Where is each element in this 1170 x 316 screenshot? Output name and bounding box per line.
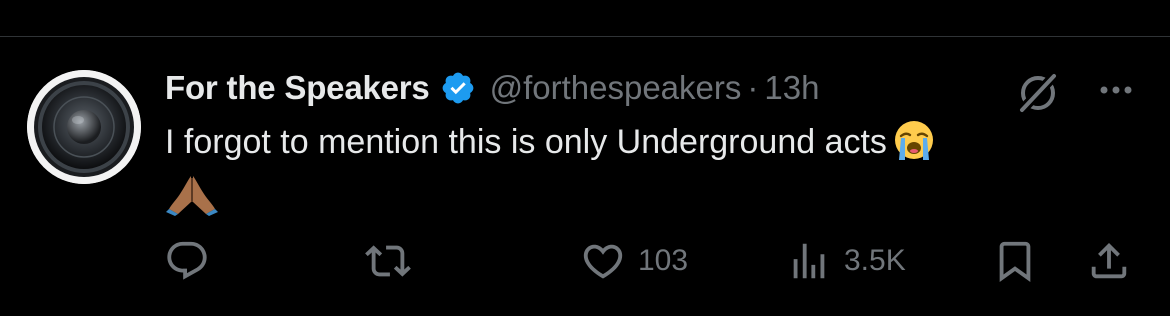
more-options-icon[interactable] [1092, 80, 1140, 100]
display-name[interactable]: For the Speakers [165, 69, 430, 107]
views-button[interactable]: 3.5K [786, 236, 906, 286]
share-icon [1091, 242, 1127, 279]
reply-icon [167, 241, 207, 280]
tweet-header: For the Speakers @forthespeakers · 13h [165, 66, 819, 110]
tweet-text-content: I forgot to mention this is only Undergr… [165, 123, 887, 161]
views-icon [793, 243, 825, 279]
verified-badge-icon[interactable] [440, 70, 476, 106]
tweet-text: I forgot to mention this is only Undergr… [165, 116, 1095, 168]
retweet-icon [365, 245, 411, 277]
share-button[interactable] [1086, 236, 1132, 286]
tweet-actions: 103 3.5K [0, 236, 1170, 286]
avatar[interactable] [27, 70, 141, 184]
loudly-crying-face-icon [893, 119, 935, 161]
timestamp[interactable]: 13h [764, 69, 819, 107]
views-count: 3.5K [844, 244, 906, 277]
heart-icon [583, 244, 623, 279]
reply-button[interactable] [164, 236, 222, 286]
top-divider [0, 36, 1170, 37]
bookmark-button[interactable] [992, 236, 1038, 286]
bookmark-icon [999, 241, 1031, 282]
grok-icon[interactable] [1014, 70, 1062, 115]
user-handle[interactable]: @forthespeakers [490, 69, 742, 107]
separator-dot: · [747, 69, 759, 106]
speaker-avatar-icon [27, 70, 141, 184]
folded-hands-icon [166, 172, 218, 216]
like-count: 103 [638, 244, 689, 277]
like-button[interactable]: 103 [580, 236, 688, 286]
retweet-button[interactable] [365, 236, 423, 286]
